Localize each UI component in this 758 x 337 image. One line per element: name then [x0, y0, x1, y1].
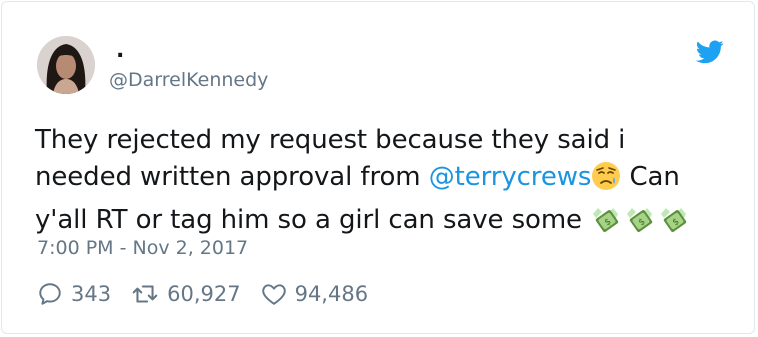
tweet-line-text: Can — [621, 162, 680, 192]
tweet-line: needed written approval from @terrycrews… — [35, 159, 735, 202]
twitter-bird-icon[interactable] — [695, 40, 724, 64]
heart-icon — [261, 282, 287, 306]
mention-link[interactable]: @terrycrews — [429, 162, 592, 192]
retweet-button[interactable]: 60,927 — [131, 281, 241, 307]
user-handle[interactable]: @DarrelKennedy — [109, 68, 268, 92]
money-with-wings-emoji-icon: $ — [658, 204, 692, 245]
tweet-card: . @DarrelKennedy They rejected my reques… — [1, 1, 755, 334]
retweet-count: 60,927 — [167, 282, 241, 306]
reply-icon — [37, 281, 63, 307]
reply-count: 343 — [71, 282, 112, 306]
disappointed-relieved-emoji-icon — [591, 161, 621, 202]
tweet-timestamp[interactable]: 7:00 PM - Nov 2, 2017 — [37, 236, 248, 260]
display-name[interactable]: . — [116, 40, 124, 62]
retweet-icon — [131, 281, 159, 307]
money-with-wings-emoji-icon: $ — [624, 204, 658, 245]
tweet-text: They rejected my request because they sa… — [35, 122, 735, 245]
reply-button[interactable]: 343 — [37, 281, 111, 307]
money-with-wings-emoji-icon: $ — [590, 204, 624, 245]
like-button[interactable]: 94,486 — [261, 282, 368, 306]
like-count: 94,486 — [294, 282, 369, 306]
tweet-line: They rejected my request because they sa… — [35, 125, 626, 155]
tweet-actions: 343 60,927 94,486 — [37, 280, 388, 308]
tweet-line-text: needed written approval from — [35, 162, 429, 192]
tweet-line-text: y'all RT or tag him so a girl can save s… — [35, 205, 591, 235]
avatar[interactable] — [37, 36, 95, 94]
